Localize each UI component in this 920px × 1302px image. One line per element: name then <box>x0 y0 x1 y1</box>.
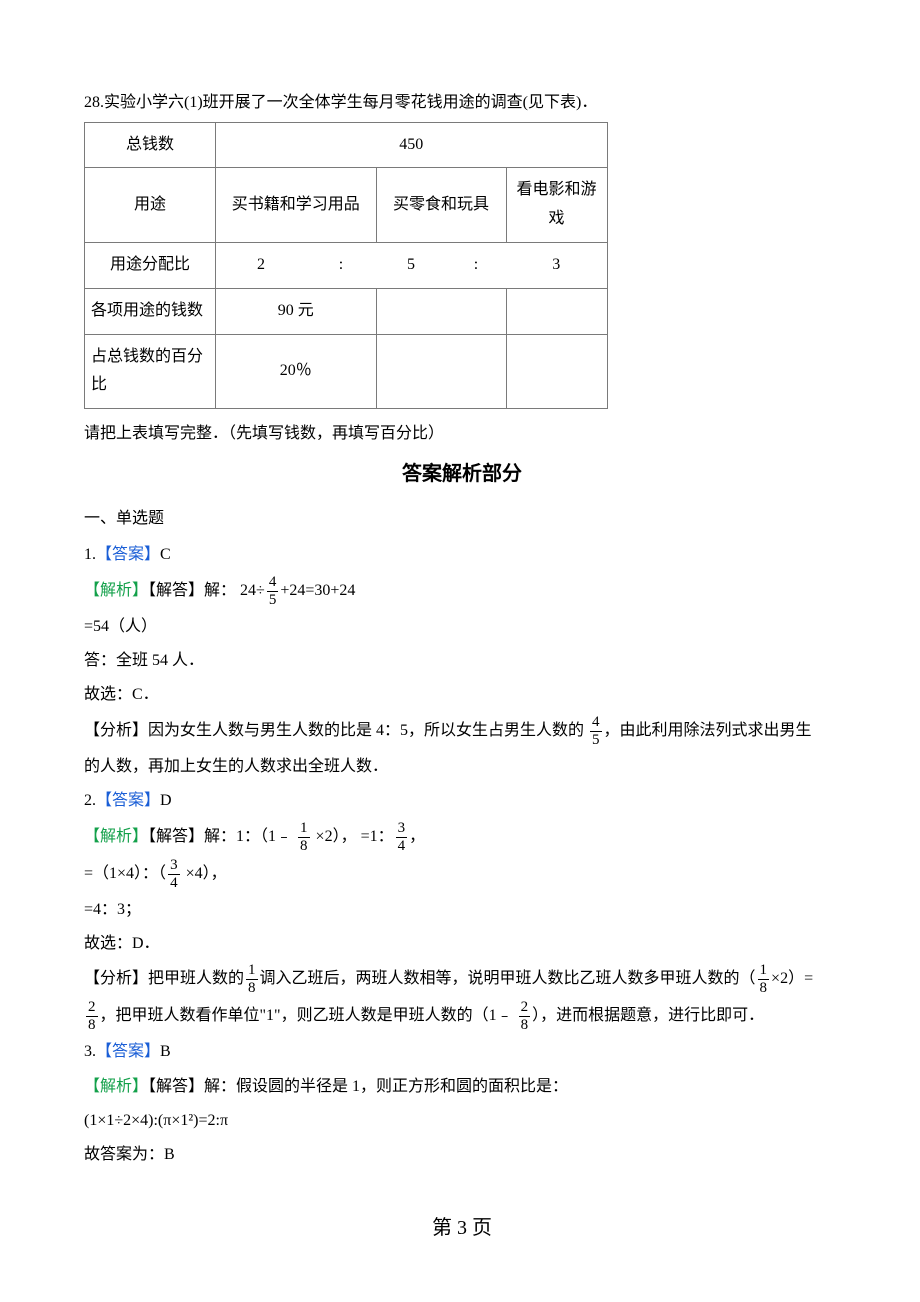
answer-label: 【答案】 <box>96 792 160 809</box>
t-money-label: 各项用途的钱数 <box>85 288 216 334</box>
t-pct-c2 <box>376 334 506 409</box>
answer-label: 【答案】 <box>96 1043 160 1060</box>
explain-label: 【解析】 <box>84 582 148 599</box>
a1-an-post: ，由此利用除法列式求出男生 <box>604 722 812 739</box>
fraction: 28 <box>519 1000 531 1033</box>
a1-expl-prefix: 解： <box>204 582 236 599</box>
a2-answer-val: D <box>160 792 172 809</box>
a1-expr-op1: ÷ <box>256 582 265 599</box>
t-ratio-s2: : <box>446 242 506 288</box>
a3-l2: (1×1÷2×4):(π×1²)=2:π <box>84 1106 840 1136</box>
t-ratio-s1: : <box>306 242 376 288</box>
a3-answer-line: 3.【答案】B <box>84 1037 840 1067</box>
a2-num: 2. <box>84 792 96 809</box>
fraction: 45 <box>590 715 602 748</box>
t-usage-c1: 买书籍和学习用品 <box>216 168 377 243</box>
a3-l1: 解：假设圆的半径是 1，则正方形和圆的面积比是： <box>204 1078 568 1095</box>
q28-text: 28.实验小学六(1)班开展了一次全体学生每月零花钱用途的调查(见下表)． <box>84 90 840 116</box>
a2-analysis-l1: 【分析】把甲班人数的18调入乙班后，两班人数相等，说明甲班人数比乙班人数多甲班人… <box>84 963 840 996</box>
a2-l1-post: ， <box>409 828 425 845</box>
explain-label: 【解析】 <box>84 828 148 845</box>
t-usage-label: 用途 <box>85 168 216 243</box>
a1-l4: 故选：C． <box>84 680 840 710</box>
a1-l3: 答：全班 54 人． <box>84 646 840 676</box>
t-usage-c2: 买零食和玩具 <box>376 168 506 243</box>
a1-expr-op2: + <box>280 582 289 599</box>
analysis-label: 【分析】 <box>84 970 148 987</box>
explain-label: 【解析】 <box>84 1078 148 1095</box>
a2-expl-l1: 【解析】【解答】解：1：（1﹣ 18 ×2）， =1：34， <box>84 821 840 854</box>
fraction: 18 <box>758 963 770 996</box>
a3-l3: 故答案为：B <box>84 1140 840 1170</box>
a2-an-pre: 把甲班人数的 <box>148 970 244 987</box>
a2-l3: =4：3； <box>84 895 840 925</box>
a3-answer-val: B <box>160 1043 171 1060</box>
a1-an-pre: 因为女生人数与男生人数的比是 4：5，所以女生占男生人数的 <box>148 722 584 739</box>
a1-answer-val: C <box>160 546 171 563</box>
page-footer: 第 3 页 <box>84 1211 840 1240</box>
a3-num: 3. <box>84 1043 96 1060</box>
a2-an-mid2: ×2）= <box>771 970 813 987</box>
a2-expl-sub: 【解答】 <box>148 828 204 845</box>
a2-l4: 故选：D． <box>84 929 840 959</box>
t-money-c2 <box>376 288 506 334</box>
fraction: 18 <box>246 963 258 996</box>
a2-analysis-l2: 28，把甲班人数看作单位"1"，则乙班人数是甲班人数的（1﹣ 28），进而根据题… <box>84 1000 840 1033</box>
fraction: 18 <box>298 821 310 854</box>
t-ratio-c1: 2 <box>216 242 307 288</box>
a1-analysis: 【分析】因为女生人数与男生人数的比是 4：5，所以女生占男生人数的 45，由此利… <box>84 715 840 748</box>
t-ratio-label: 用途分配比 <box>85 242 216 288</box>
fraction: 34 <box>396 821 408 854</box>
q28-table: 总钱数 450 用途 买书籍和学习用品 买零食和玩具 看电影和游戏 用途分配比 … <box>84 122 608 410</box>
t-total-value: 450 <box>216 122 608 168</box>
a3-expl-sub: 【解答】 <box>148 1078 204 1095</box>
a2-an-post: ），进而根据题意，进行比即可． <box>532 1007 764 1024</box>
analysis-label: 【分析】 <box>84 722 148 739</box>
t-ratio-c2: 5 <box>376 242 446 288</box>
section1-heading: 一、单选题 <box>84 504 840 528</box>
a1-expr-post: 24 <box>289 582 305 599</box>
a2-l2-pre: =（1×4）：（ <box>84 865 166 882</box>
t-usage-c3: 看电影和游戏 <box>506 168 607 243</box>
a1-answer-line: 1.【答案】C <box>84 540 840 570</box>
a2-l2-post: ×4）， <box>182 865 227 882</box>
a1-expr-eq: =30+24 <box>305 582 355 599</box>
answer-section-title: 答案解析部分 <box>84 457 840 486</box>
fraction: 28 <box>86 1000 98 1033</box>
fraction: 45 <box>267 575 279 608</box>
a1-num: 1. <box>84 546 96 563</box>
a2-an-mid3: ，把甲班人数看作单位"1"，则乙班人数是甲班人数的（1﹣ <box>100 1007 517 1024</box>
t-money-c1: 90 元 <box>216 288 377 334</box>
a2-answer-line: 2.【答案】D <box>84 786 840 816</box>
t-pct-c3 <box>506 334 607 409</box>
a1-l2: =54（人） <box>84 612 840 642</box>
a1-an-cont: 的人数，再加上女生的人数求出全班人数． <box>84 752 840 782</box>
a1-expl-sub: 【解答】 <box>148 582 204 599</box>
a1-expr-pre: 24 <box>240 582 256 599</box>
t-pct-label: 占总钱数的百分比 <box>85 334 216 409</box>
a2-an-mid1: 调入乙班后，两班人数相等，说明甲班人数比乙班人数多甲班人数的（ <box>260 970 756 987</box>
t-pct-c1: 20％ <box>216 334 377 409</box>
a1-expl-line1: 【解析】【解答】解： 24÷45+24=30+24 <box>84 575 840 608</box>
a3-expl-l1: 【解析】【解答】解：假设圆的半径是 1，则正方形和圆的面积比是： <box>84 1072 840 1102</box>
a2-l1-mid: ×2）， =1： <box>312 828 394 845</box>
t-ratio-c3: 3 <box>506 242 607 288</box>
fraction: 34 <box>168 858 180 891</box>
a2-l1-pre: 解：1：（1﹣ <box>204 828 296 845</box>
t-total-label: 总钱数 <box>85 122 216 168</box>
answer-label: 【答案】 <box>96 546 160 563</box>
a2-expl-l2: =（1×4）：（34 ×4）， <box>84 858 840 891</box>
q28-fill-note: 请把上表填写完整．（先填写钱数，再填写百分比） <box>84 419 840 443</box>
t-money-c3 <box>506 288 607 334</box>
